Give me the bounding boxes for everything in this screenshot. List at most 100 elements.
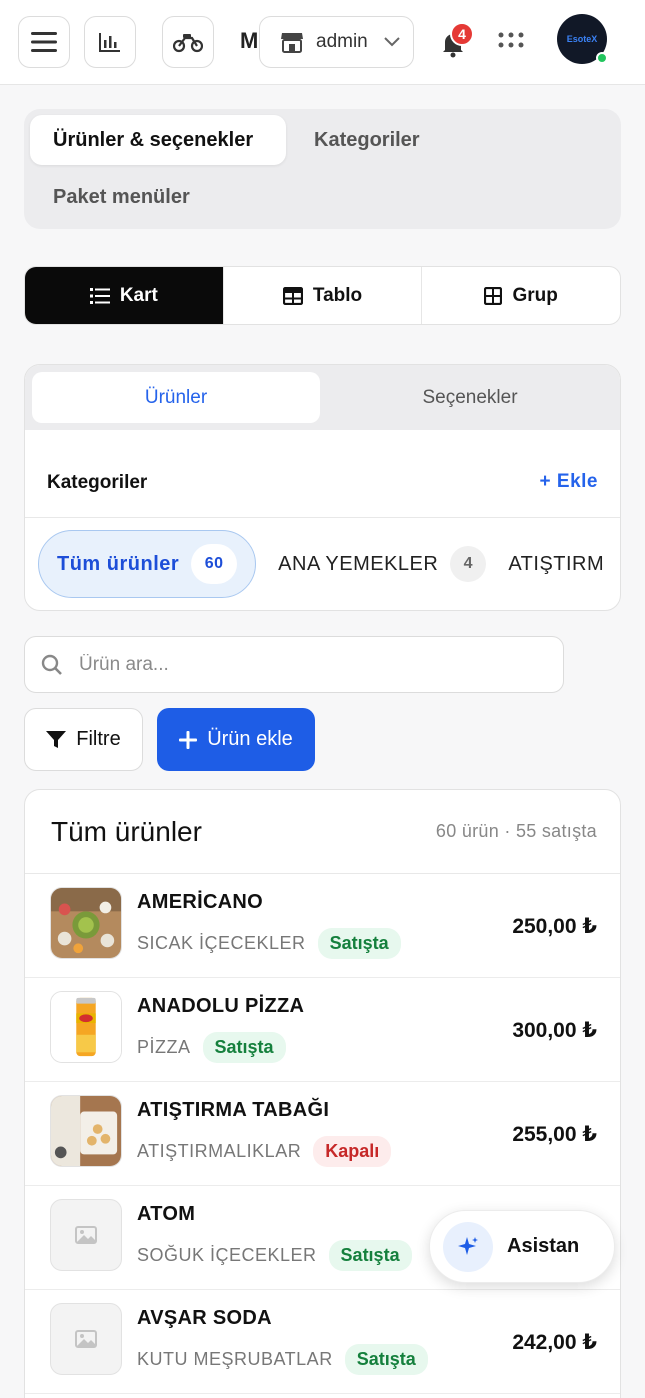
search-box	[24, 636, 564, 693]
notification-badge: 4	[450, 22, 474, 46]
product-thumbnail	[50, 1199, 122, 1271]
product-thumbnail	[50, 1095, 122, 1167]
online-status-dot	[596, 52, 608, 64]
product-thumbnail	[50, 991, 122, 1063]
product-category: PİZZA	[137, 1037, 191, 1057]
product-row[interactable]: AVŞAR SODA KUTU MEŞRUBATLAR Satışta 242,…	[25, 1290, 620, 1394]
add-product-label: Ürün ekle	[207, 728, 293, 750]
list-meta: 60 ürün · 55 satışta	[435, 821, 597, 841]
status-badge: Kapalı	[313, 1136, 392, 1167]
product-meta: PİZZA Satışta	[137, 1032, 286, 1063]
divider	[25, 517, 620, 518]
filter-button[interactable]: Filtre	[24, 708, 143, 771]
main-tabs: Ürünler & seçenekler Kategoriler Paket m…	[24, 109, 621, 229]
status-badge: Satışta	[317, 928, 401, 959]
chip-label: ANA YEMEKLER	[278, 552, 439, 575]
reports-button[interactable]	[84, 16, 136, 68]
chevron-down-icon	[384, 37, 400, 47]
view-table-button[interactable]: Tablo	[222, 267, 422, 324]
view-group-label: Grup	[512, 284, 558, 306]
product-category: KUTU MEŞRUBATLAR	[137, 1349, 333, 1369]
product-name: ANADOLU PİZZA	[137, 995, 305, 1017]
product-thumbnail	[50, 887, 122, 959]
chip-label: Tüm ürünler	[57, 552, 180, 575]
product-list-card: Tüm ürünler 60 ürün · 55 satışta AMERİCA…	[24, 789, 621, 1398]
snack-plate-image	[51, 1096, 121, 1166]
product-price: 250,00 ₺	[512, 915, 597, 938]
sub-tabs: Ürünler Seçenekler	[25, 365, 620, 430]
product-meta: SOĞUK İÇECEKLER Satışta	[137, 1240, 412, 1271]
product-name: AVŞAR SODA	[137, 1307, 272, 1329]
plus-icon	[179, 730, 198, 749]
tab-options[interactable]: Seçenekler	[325, 372, 615, 423]
status-badge: Satışta	[344, 1344, 428, 1375]
group-icon	[484, 286, 503, 305]
list-icon	[89, 287, 110, 304]
search-icon	[41, 654, 62, 675]
chip-count: 4	[450, 546, 487, 582]
menu-icon	[31, 32, 57, 52]
image-placeholder-icon	[75, 1330, 97, 1348]
store-icon	[281, 33, 303, 53]
product-row[interactable]: AMERİCANO SICAK İÇECEKLER Satışta 250,00…	[25, 874, 620, 978]
product-price: 242,00 ₺	[512, 1331, 597, 1354]
product-name: ATIŞTIRMA TABAĞI	[137, 1099, 330, 1121]
table-icon	[282, 286, 303, 305]
avatar-text: EsoteX	[566, 34, 598, 44]
assistant-label: Asistan	[507, 1235, 580, 1257]
product-category: SICAK İÇECEKLER	[137, 933, 306, 953]
categories-card: Ürünler Seçenekler Kategoriler + Ekle Tü…	[24, 364, 621, 611]
add-product-button[interactable]: Ürün ekle	[157, 708, 315, 771]
product-name: ATOM	[137, 1203, 196, 1225]
add-category-button[interactable]: + Ekle	[540, 471, 598, 493]
filter-label: Filtre	[76, 728, 121, 750]
brand-letter: M	[240, 28, 259, 53]
view-card-button[interactable]: Kart	[25, 267, 223, 324]
product-price: 300,00 ₺	[512, 1019, 597, 1042]
view-table-label: Tablo	[312, 284, 363, 306]
store-select-label: admin	[316, 31, 368, 52]
drink-can-image	[51, 992, 121, 1062]
menu-button[interactable]	[18, 16, 70, 68]
product-meta: KUTU MEŞRUBATLAR Satışta	[137, 1344, 428, 1375]
image-placeholder-icon	[75, 1226, 97, 1244]
product-category: ATIŞTIRMALIKLAR	[137, 1141, 302, 1161]
motorbike-icon	[173, 34, 203, 53]
category-chip-all[interactable]: Tüm ürünler 60	[38, 530, 257, 598]
product-thumbnail	[50, 1303, 122, 1375]
view-group-button[interactable]: Grup	[421, 267, 620, 324]
filter-icon	[46, 730, 67, 748]
list-title: Tüm ürünler	[51, 816, 202, 847]
category-chip-main-dishes[interactable]: ANA YEMEKLER 4	[278, 530, 487, 598]
chip-count: 60	[191, 544, 238, 584]
category-chips: Tüm ürünler 60 ANA YEMEKLER 4 ATIŞTIRM	[38, 530, 604, 598]
delivery-button[interactable]	[162, 16, 214, 68]
product-meta: ATIŞTIRMALIKLAR Kapalı	[137, 1136, 392, 1167]
tab-bundle-menus[interactable]: Paket menüler	[53, 186, 190, 209]
list-header: Tüm ürünler 60 ürün · 55 satışta	[25, 790, 620, 874]
apps-grid-icon[interactable]	[498, 32, 524, 52]
view-switcher: Kart Tablo Grup	[24, 266, 621, 325]
store-select[interactable]: admin	[259, 16, 414, 68]
view-card-label: Kart	[119, 284, 158, 306]
product-meta: SICAK İÇECEKLER Satışta	[137, 928, 401, 959]
status-badge: Satışta	[202, 1032, 286, 1063]
product-category: SOĞUK İÇECEKLER	[137, 1245, 317, 1265]
sparkle-icon	[443, 1221, 493, 1272]
chart-icon	[99, 33, 120, 52]
status-badge: Satışta	[328, 1240, 412, 1271]
search-input[interactable]	[79, 653, 519, 676]
chip-label: ATIŞTIRM	[508, 552, 605, 575]
product-price: 255,00 ₺	[512, 1123, 597, 1146]
product-name: AMERİCANO	[137, 891, 264, 913]
tab-products[interactable]: Ürünler	[32, 372, 320, 423]
product-row[interactable]: ANADOLU PİZZA PİZZA Satışta 300,00 ₺	[25, 978, 620, 1082]
category-chip-snacks[interactable]: ATIŞTIRM	[508, 530, 604, 598]
categories-heading: Kategoriler	[47, 472, 148, 493]
product-row[interactable]: ATIŞTIRMA TABAĞI ATIŞTIRMALIKLAR Kapalı …	[25, 1082, 620, 1186]
top-bar: M admin 4 EsoteX	[0, 0, 645, 85]
food-platter-image	[51, 888, 121, 958]
tab-categories[interactable]: Kategoriler	[314, 129, 420, 152]
assistant-button[interactable]: Asistan	[429, 1210, 615, 1283]
tab-products-options[interactable]: Ürünler & seçenekler	[30, 115, 286, 165]
